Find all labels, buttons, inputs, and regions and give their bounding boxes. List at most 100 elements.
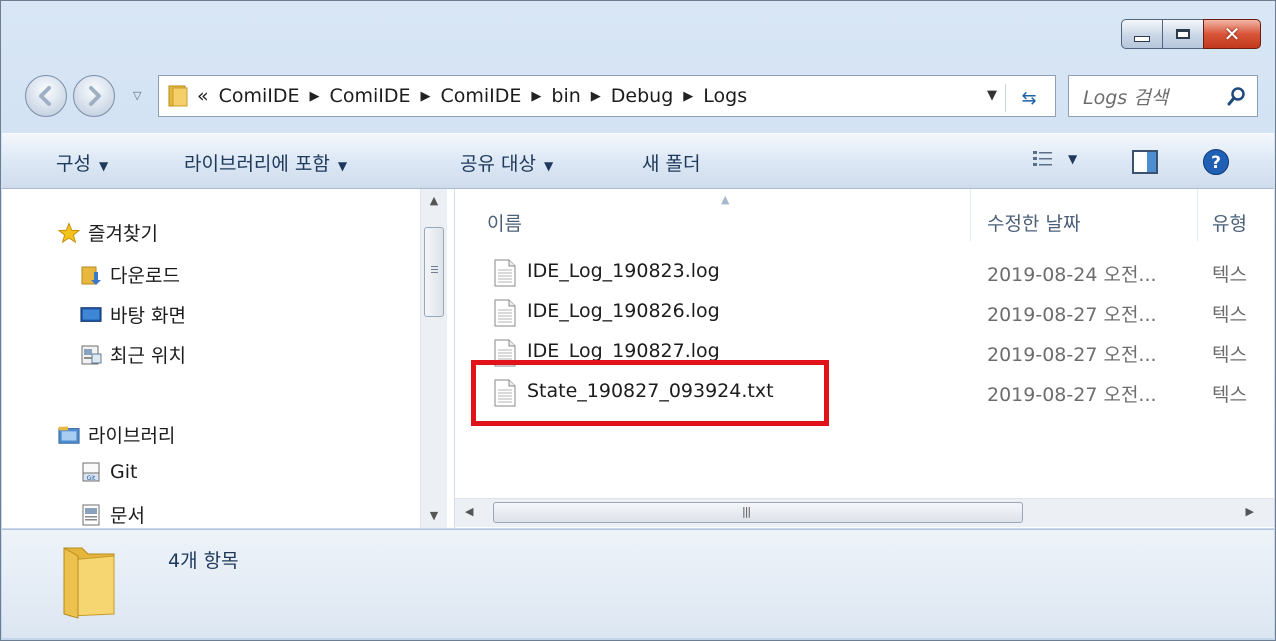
details-pane: 4개 항목 bbox=[2, 529, 1274, 638]
help-button[interactable]: ? bbox=[1202, 148, 1230, 181]
file-date: 2019-08-27 오전... bbox=[987, 384, 1157, 406]
column-header-type[interactable]: 유형 bbox=[1212, 209, 1247, 236]
recent-pages-dropdown[interactable]: ▽ bbox=[133, 89, 141, 102]
scroll-up-icon[interactable]: ▲ bbox=[421, 189, 447, 213]
search-input[interactable]: Logs 검색 bbox=[1083, 83, 1227, 110]
include-library-label: 라이브러리에 포함 bbox=[184, 153, 330, 175]
chevron-right-icon[interactable]: ▶ bbox=[591, 89, 601, 104]
breadcrumb: « ComiIDE ▶ ComiIDE ▶ ComiIDE ▶ bin ▶ De… bbox=[197, 85, 747, 107]
sort-ascending-icon: ▲ bbox=[721, 193, 730, 206]
file-row[interactable]: IDE_Log_190826.log 2019-08-27 오전... 텍스 bbox=[455, 293, 1274, 333]
refresh-button[interactable]: ⇆ bbox=[1005, 84, 1052, 112]
scroll-down-icon[interactable]: ▼ bbox=[421, 504, 447, 528]
file-row[interactable]: IDE_Log_190823.log 2019-08-24 오전... 텍스 bbox=[455, 253, 1274, 293]
nav-item-downloads[interactable]: 다운로드 bbox=[80, 261, 180, 288]
file-type: 텍스 bbox=[1212, 264, 1247, 286]
nav-item-recent[interactable]: 최근 위치 bbox=[80, 341, 186, 368]
nav-vertical-scrollbar[interactable]: ▲ ▼ bbox=[420, 189, 447, 528]
file-list: ▲ 이름 수정한 날짜 유형 IDE_Log_190823.log 2019-0… bbox=[455, 189, 1274, 528]
close-button[interactable]: ✕ bbox=[1203, 19, 1261, 49]
column-divider[interactable] bbox=[970, 189, 971, 241]
file-type: 텍스 bbox=[1212, 384, 1247, 406]
view-list-icon bbox=[1033, 151, 1052, 166]
breadcrumb-item[interactable]: bin bbox=[551, 85, 580, 107]
organize-button[interactable]: 구성 ▼ bbox=[56, 149, 108, 176]
text-file-icon bbox=[494, 299, 516, 327]
breadcrumb-item[interactable]: ComiIDE bbox=[330, 85, 411, 107]
navigation-pane: 즐겨찾기 다운로드 바탕 화면 최근 위치 라이브러리 Git Git 문서 ▲… bbox=[2, 189, 455, 528]
scroll-thumb[interactable] bbox=[424, 227, 444, 317]
nav-item-documents[interactable]: 문서 bbox=[80, 501, 145, 528]
library-icon bbox=[58, 424, 80, 446]
breadcrumb-item[interactable]: Logs bbox=[703, 85, 747, 107]
search-box[interactable]: Logs 검색 bbox=[1068, 75, 1258, 117]
breadcrumb-item[interactable]: ComiIDE bbox=[219, 85, 300, 107]
arrow-right-icon bbox=[89, 86, 101, 106]
svg-text:?: ? bbox=[1211, 153, 1221, 173]
include-library-button[interactable]: 라이브러리에 포함 ▼ bbox=[184, 149, 347, 176]
nav-item-label: 다운로드 bbox=[110, 265, 180, 287]
file-horizontal-scrollbar[interactable]: ◀ ||| ▶ bbox=[455, 498, 1274, 527]
nav-item-label: 바탕 화면 bbox=[110, 305, 186, 327]
minimize-icon bbox=[1134, 36, 1150, 42]
address-bar[interactable]: « ComiIDE ▶ ComiIDE ▶ ComiIDE ▶ bin ▶ De… bbox=[158, 75, 1056, 117]
scroll-left-icon[interactable]: ◀ bbox=[465, 505, 473, 518]
thumb-grip: ||| bbox=[742, 505, 751, 518]
forward-button[interactable] bbox=[73, 75, 115, 117]
search-icon[interactable] bbox=[1227, 86, 1247, 106]
file-date: 2019-08-27 오전... bbox=[987, 304, 1157, 326]
column-header-date[interactable]: 수정한 날짜 bbox=[987, 209, 1080, 236]
chevron-down-icon: ▼ bbox=[98, 159, 109, 173]
highlight-box bbox=[471, 360, 829, 426]
folder-icon bbox=[167, 84, 189, 108]
folder-icon bbox=[63, 547, 115, 619]
maximize-icon bbox=[1176, 29, 1190, 39]
nav-item-label: Git bbox=[110, 461, 138, 483]
minimize-button[interactable] bbox=[1121, 19, 1163, 49]
nav-item-favorites[interactable]: 즐겨찾기 bbox=[58, 219, 158, 246]
recent-places-icon bbox=[80, 344, 102, 366]
nav-item-git[interactable]: Git Git bbox=[80, 461, 137, 483]
file-type: 텍스 bbox=[1212, 304, 1247, 326]
share-with-button[interactable]: 공유 대상 ▼ bbox=[460, 149, 553, 176]
maximize-button[interactable] bbox=[1162, 19, 1204, 49]
chevron-down-icon: ▽ bbox=[133, 89, 142, 102]
file-name: IDE_Log_190827.log bbox=[527, 340, 720, 362]
breadcrumb-item[interactable]: Debug bbox=[611, 85, 673, 107]
chevron-right-icon[interactable]: ▶ bbox=[531, 89, 541, 104]
chevron-down-icon: ▼ bbox=[1068, 152, 1078, 166]
column-header-name[interactable]: 이름 bbox=[487, 209, 522, 236]
breadcrumb-item[interactable]: ComiIDE bbox=[440, 85, 521, 107]
new-folder-button[interactable]: 새 폴더 bbox=[642, 149, 700, 176]
chevron-down-icon: ▼ bbox=[543, 159, 554, 173]
address-dropdown-icon[interactable]: ▼ bbox=[987, 88, 997, 103]
help-icon: ? bbox=[1203, 149, 1229, 175]
arrow-left-icon bbox=[39, 86, 51, 106]
scroll-right-icon[interactable]: ▶ bbox=[1246, 505, 1254, 518]
nav-item-label: 문서 bbox=[110, 505, 145, 527]
thumb-grip bbox=[431, 272, 438, 273]
chevron-down-icon: ▼ bbox=[337, 159, 348, 173]
refresh-icon: ⇆ bbox=[1021, 87, 1037, 109]
explorer-window: ✕ ▽ « ComiIDE ▶ ComiIDE ▶ ComiIDE ▶ bin … bbox=[0, 0, 1276, 641]
nav-item-desktop[interactable]: 바탕 화면 bbox=[80, 301, 186, 328]
chevron-right-icon[interactable]: ▶ bbox=[310, 89, 320, 104]
column-divider[interactable] bbox=[1197, 189, 1198, 241]
file-type: 텍스 bbox=[1212, 344, 1247, 366]
preview-pane-button[interactable] bbox=[1132, 150, 1158, 179]
caption-buttons: ✕ bbox=[1121, 19, 1261, 49]
desktop-icon bbox=[80, 304, 102, 326]
item-count: 4개 항목 bbox=[168, 550, 239, 572]
nav-item-libraries[interactable]: 라이브러리 bbox=[58, 421, 175, 448]
scroll-thumb[interactable]: ||| bbox=[493, 502, 1023, 523]
chevron-right-icon[interactable]: ▶ bbox=[683, 89, 693, 104]
close-icon: ✕ bbox=[1223, 22, 1241, 46]
chevron-right-icon[interactable]: ▶ bbox=[420, 89, 430, 104]
view-options-button[interactable]: ▼ bbox=[1032, 149, 1077, 169]
git-library-icon: Git bbox=[80, 461, 102, 483]
nav-item-label: 라이브러리 bbox=[88, 425, 176, 447]
back-button[interactable] bbox=[25, 75, 67, 117]
organize-label: 구성 bbox=[56, 153, 91, 175]
star-icon bbox=[58, 221, 80, 244]
breadcrumb-overflow[interactable]: « bbox=[197, 85, 209, 107]
